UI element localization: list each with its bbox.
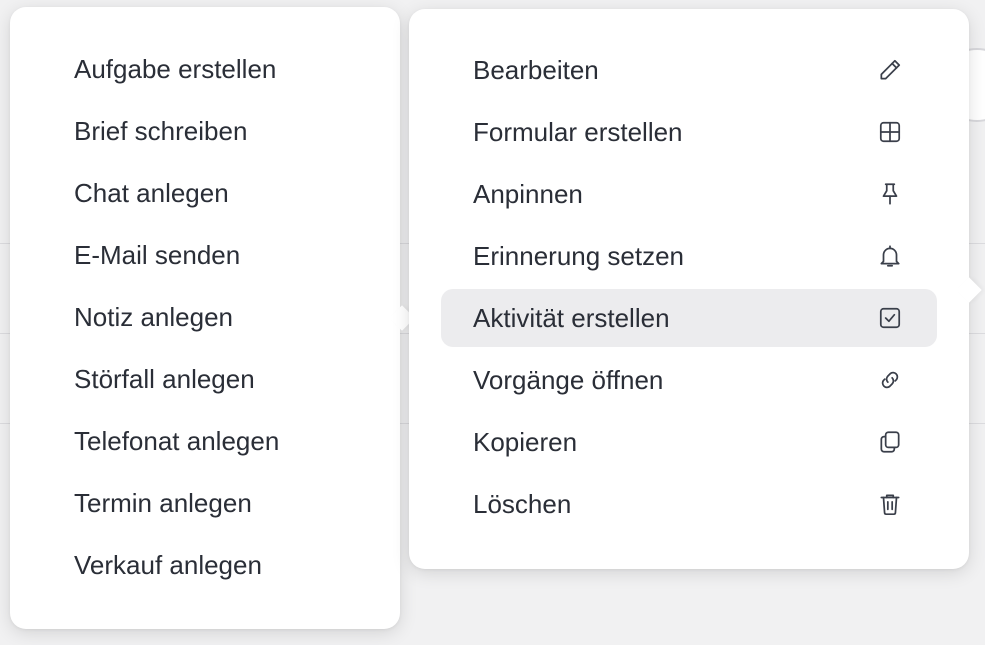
menu-item-termin-anlegen[interactable]: Termin anlegen xyxy=(74,481,252,525)
menu-item-verkauf-anlegen[interactable]: Verkauf anlegen xyxy=(74,543,262,587)
menu-item-brief-schreiben[interactable]: Brief schreiben xyxy=(74,109,247,153)
create-submenu: Aufgabe erstellen Brief schreiben Chat a… xyxy=(10,7,400,629)
menu-item-bearbeiten[interactable]: Bearbeiten xyxy=(441,41,937,99)
context-menu: Bearbeiten Formular erstellen Anpinnen E… xyxy=(409,9,969,569)
menu-item-label: Kopieren xyxy=(473,427,578,457)
bell-icon xyxy=(877,243,903,269)
checkbox-icon xyxy=(877,305,903,331)
menu-item-label: Aktivität erstellen xyxy=(473,303,670,333)
trash-icon xyxy=(877,491,903,517)
grid-icon xyxy=(877,119,903,145)
menu-item-stoerfall-anlegen[interactable]: Störfall anlegen xyxy=(74,357,255,401)
menu-item-loeschen[interactable]: Löschen xyxy=(441,475,937,533)
menu-item-label: Formular erstellen xyxy=(473,117,683,147)
link-icon xyxy=(877,367,903,393)
pencil-icon xyxy=(877,57,903,83)
menu-item-chat-anlegen[interactable]: Chat anlegen xyxy=(74,171,229,215)
menu-item-notiz-anlegen[interactable]: Notiz anlegen xyxy=(74,295,233,339)
menu-item-label: Erinnerung setzen xyxy=(473,241,685,271)
pin-icon xyxy=(877,181,903,207)
menu-item-label: Bearbeiten xyxy=(473,55,599,85)
menu-item-email-senden[interactable]: E-Mail senden xyxy=(74,233,240,277)
menu-item-kopieren[interactable]: Kopieren xyxy=(441,413,937,471)
menu-item-aktivitaet-erstellen[interactable]: Aktivität erstellen xyxy=(441,289,937,347)
menu-item-erinnerung-setzen[interactable]: Erinnerung setzen xyxy=(441,227,937,285)
menu-item-label: Löschen xyxy=(473,489,572,519)
menu-item-vorgaenge-oeffnen[interactable]: Vorgänge öffnen xyxy=(441,351,937,409)
menu-item-anpinnen[interactable]: Anpinnen xyxy=(441,165,937,223)
copy-icon xyxy=(877,429,903,455)
menu-item-formular-erstellen[interactable]: Formular erstellen xyxy=(441,103,937,161)
menu-item-telefonat-anlegen[interactable]: Telefonat anlegen xyxy=(74,419,279,463)
menu-item-label: Anpinnen xyxy=(473,179,583,209)
menu-item-aufgabe-erstellen[interactable]: Aufgabe erstellen xyxy=(74,47,276,91)
menu-item-label: Vorgänge öffnen xyxy=(473,365,664,395)
